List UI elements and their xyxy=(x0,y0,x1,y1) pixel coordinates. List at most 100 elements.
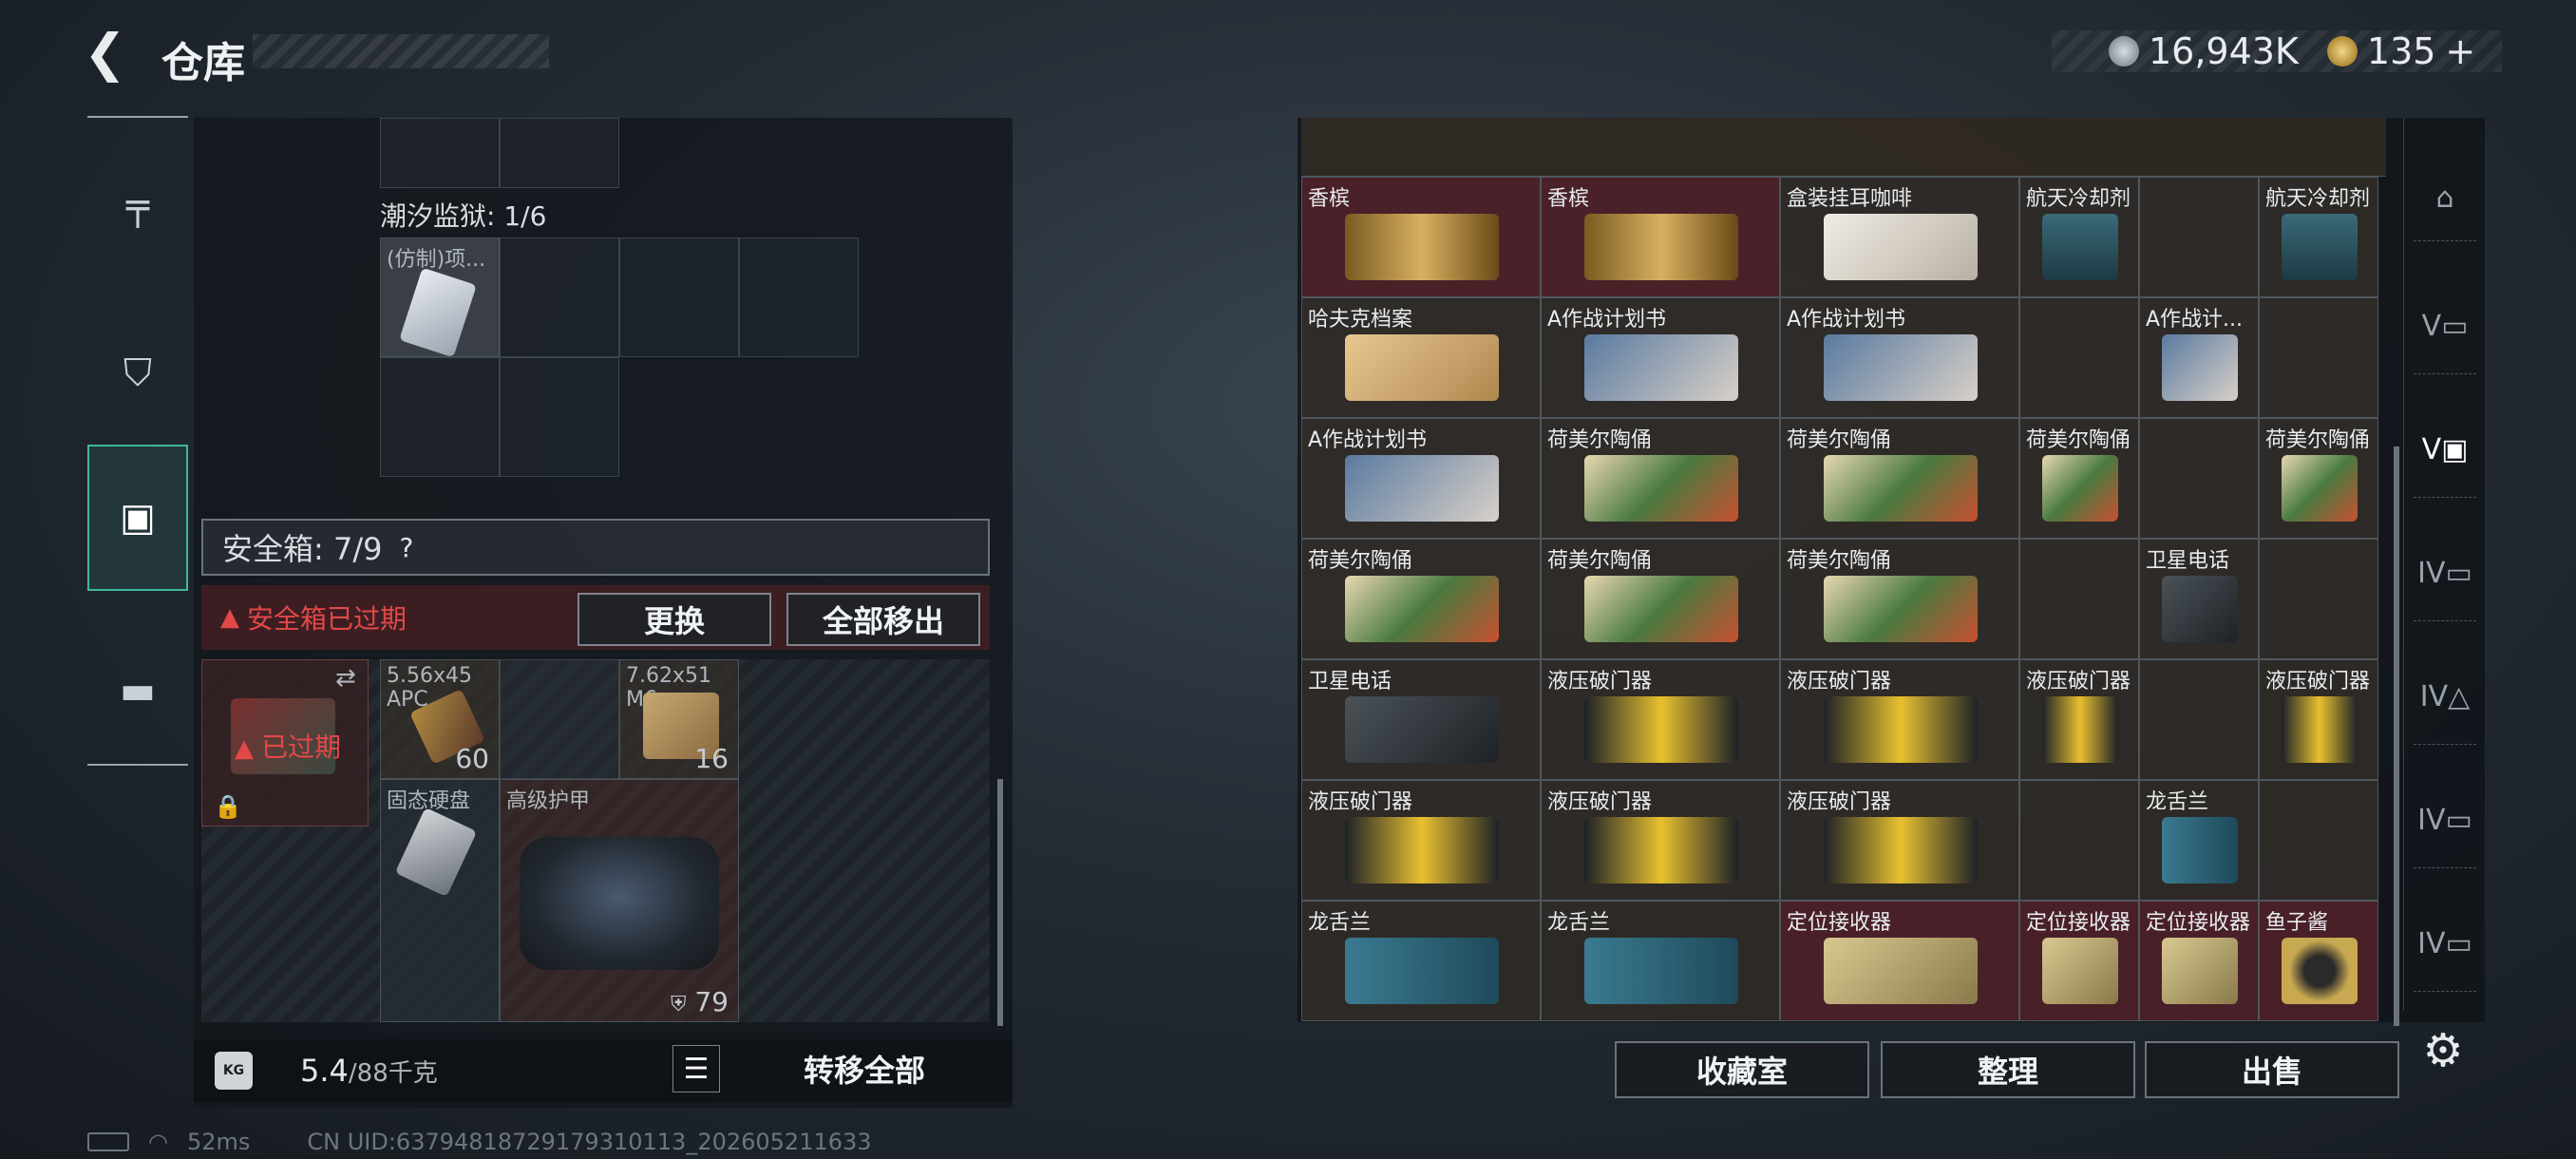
stash-cell[interactable]: A作战计划书 xyxy=(1780,297,2019,418)
stash-cell[interactable]: 定位接收器 xyxy=(2019,901,2139,1021)
scrollbar[interactable] xyxy=(2394,446,2399,1026)
item-thumbnail xyxy=(1345,696,1499,763)
stash-cell[interactable]: 香槟 xyxy=(1541,177,1780,297)
stash-cell[interactable]: 液压破门器 xyxy=(1301,780,1541,901)
stash-cell[interactable] xyxy=(2259,539,2378,659)
add-currency-button[interactable]: + xyxy=(2445,30,2475,72)
stash-cell[interactable]: 龙舌兰 xyxy=(1301,901,1541,1021)
transfer-all-button[interactable]: 转移全部 xyxy=(731,1045,997,1092)
stash-cell[interactable]: 定位接收器 xyxy=(2139,901,2259,1021)
tab-iv-3[interactable]: IV▭ xyxy=(2414,773,2476,868)
safebox-item[interactable]: 固态硬盘 xyxy=(380,779,500,1022)
stash-item-label: 盒装挂耳咖啡 xyxy=(1787,187,1913,211)
stash-cell[interactable]: 航天冷却剂 xyxy=(2019,177,2139,297)
stash-cell[interactable]: A作战计... xyxy=(2139,297,2259,418)
back-button[interactable]: ❮ xyxy=(84,25,141,82)
item-thumbnail xyxy=(2041,214,2119,280)
item-thumbnail xyxy=(1345,576,1499,642)
safebox-item[interactable]: 高级护甲 ⛨ 79 xyxy=(500,779,739,1022)
stash-cell[interactable]: 龙舌兰 xyxy=(2139,780,2259,901)
stash-cell[interactable]: 卫星电话 xyxy=(2139,539,2259,659)
help-icon[interactable]: ? xyxy=(399,532,413,563)
stash-cell[interactable] xyxy=(2139,659,2259,780)
organize-button[interactable]: 整理 xyxy=(1881,1041,2135,1098)
stash-cell[interactable]: 液压破门器 xyxy=(1541,780,1780,901)
stash-cell[interactable]: 液压破门器 xyxy=(1541,659,1780,780)
nav-safebox[interactable]: ▣ xyxy=(87,445,188,591)
collection-room-button[interactable]: 收藏室 xyxy=(1615,1041,1869,1098)
grid-cell[interactable] xyxy=(619,238,739,357)
gold-coin-icon xyxy=(2326,36,2358,66)
grid-cell[interactable] xyxy=(380,357,500,477)
item-thumbnail xyxy=(1824,938,1978,1004)
stash-item-label: 液压破门器 xyxy=(1787,790,1892,814)
grid-cell[interactable] xyxy=(500,659,619,779)
uid-text: CN UID:63794818729179310113_202605211633 xyxy=(307,1129,872,1155)
stash-cell[interactable]: 航天冷却剂 xyxy=(2259,177,2378,297)
stash-item-label: A作战计划书 xyxy=(1308,428,1428,452)
stash-cell[interactable] xyxy=(2259,297,2378,418)
stash-cell[interactable] xyxy=(2259,780,2378,901)
stash-cell[interactable]: A作战计划书 xyxy=(1301,418,1541,539)
safebox-item[interactable]: 7.62x51 M6 16 xyxy=(619,659,739,779)
stash-item-label: A作战计划书 xyxy=(1787,308,1906,332)
stash-item-label: 航天冷却剂 xyxy=(2265,187,2371,211)
settings-button[interactable]: ⚙ xyxy=(2415,1022,2472,1079)
tab-all[interactable]: ⌂ xyxy=(2414,156,2476,241)
remove-all-button[interactable]: 全部移出 xyxy=(786,593,980,646)
nav-briefcase[interactable]: ▬ xyxy=(87,640,188,741)
safebox-item[interactable]: 5.56x45 APC 60 xyxy=(380,659,500,779)
item-thumbnail xyxy=(2281,696,2358,763)
stash-cell[interactable] xyxy=(2019,297,2139,418)
stash-cell[interactable]: 荷美尔陶俑 xyxy=(1780,539,2019,659)
weight-icon: KG xyxy=(215,1052,253,1090)
grid-cell[interactable] xyxy=(380,118,500,188)
tab-iv-4[interactable]: IV▭ xyxy=(2414,897,2476,992)
silver-coin-icon xyxy=(2109,36,2139,66)
stash-cell[interactable] xyxy=(2019,780,2139,901)
grid-cell[interactable] xyxy=(500,238,619,357)
stash-cell[interactable] xyxy=(2139,177,2259,297)
stash-cell[interactable]: 鱼子酱 xyxy=(2259,901,2378,1021)
stash-cell[interactable]: 荷美尔陶俑 xyxy=(1541,418,1780,539)
stash-cell[interactable]: 液压破门器 xyxy=(2259,659,2378,780)
stash-item-label: 哈夫克档案 xyxy=(1308,308,1413,332)
stash-cell[interactable]: 液压破门器 xyxy=(1780,659,2019,780)
stash-cell[interactable]: 定位接收器 xyxy=(1780,901,2019,1021)
stash-item-label: 定位接收器 xyxy=(2026,911,2131,935)
nav-backpack[interactable]: ⛉ xyxy=(87,323,188,424)
container-item[interactable]: (仿制)项... xyxy=(380,238,500,357)
safebox-title: 安全箱: 7/9 xyxy=(222,531,383,567)
stash-cell[interactable]: 荷美尔陶俑 xyxy=(1301,539,1541,659)
grid-cell[interactable] xyxy=(500,118,619,188)
grid-cell[interactable] xyxy=(739,238,859,357)
stash-cell[interactable]: 卫星电话 xyxy=(1301,659,1541,780)
tab-v-2[interactable]: V▣ xyxy=(2414,403,2476,498)
item-thumbnail xyxy=(1824,334,1978,401)
list-view-button[interactable]: ☰ xyxy=(672,1045,720,1092)
stash-cell[interactable]: 荷美尔陶俑 xyxy=(2019,418,2139,539)
swap-button[interactable]: 更换 xyxy=(578,593,771,646)
nav-weapon[interactable]: ╤ xyxy=(87,156,188,256)
stash-cell[interactable]: 液压破门器 xyxy=(2019,659,2139,780)
tab-iv-1[interactable]: IV▭ xyxy=(2414,526,2476,621)
stash-cell[interactable]: 龙舌兰 xyxy=(1541,901,1780,1021)
stash-cell[interactable]: 液压破门器 xyxy=(1780,780,2019,901)
stash-cell[interactable]: 荷美尔陶俑 xyxy=(2259,418,2378,539)
stash-cell[interactable]: 盒装挂耳咖啡 xyxy=(1780,177,2019,297)
stash-cell[interactable]: A作战计划书 xyxy=(1541,297,1780,418)
item-thumbnail xyxy=(1584,334,1738,401)
stash-cell[interactable]: 荷美尔陶俑 xyxy=(1780,418,2019,539)
stash-cell[interactable]: 荷美尔陶俑 xyxy=(1541,539,1780,659)
tab-v-1[interactable]: V▭ xyxy=(2414,279,2476,374)
sell-button[interactable]: 出售 xyxy=(2145,1041,2399,1098)
safebox-thumbnail[interactable]: ▲ 已过期 🔒 ⇄ xyxy=(201,659,369,826)
stash-cell[interactable]: 香槟 xyxy=(1301,177,1541,297)
stash-cell[interactable] xyxy=(2139,418,2259,539)
grid-cell[interactable] xyxy=(500,357,619,477)
stash-cell[interactable]: 哈夫克档案 xyxy=(1301,297,1541,418)
scrollbar[interactable] xyxy=(997,779,1003,1026)
item-thumbnail xyxy=(1824,455,1978,522)
stash-cell[interactable] xyxy=(2019,539,2139,659)
tab-iv-2[interactable]: IV△ xyxy=(2414,650,2476,745)
